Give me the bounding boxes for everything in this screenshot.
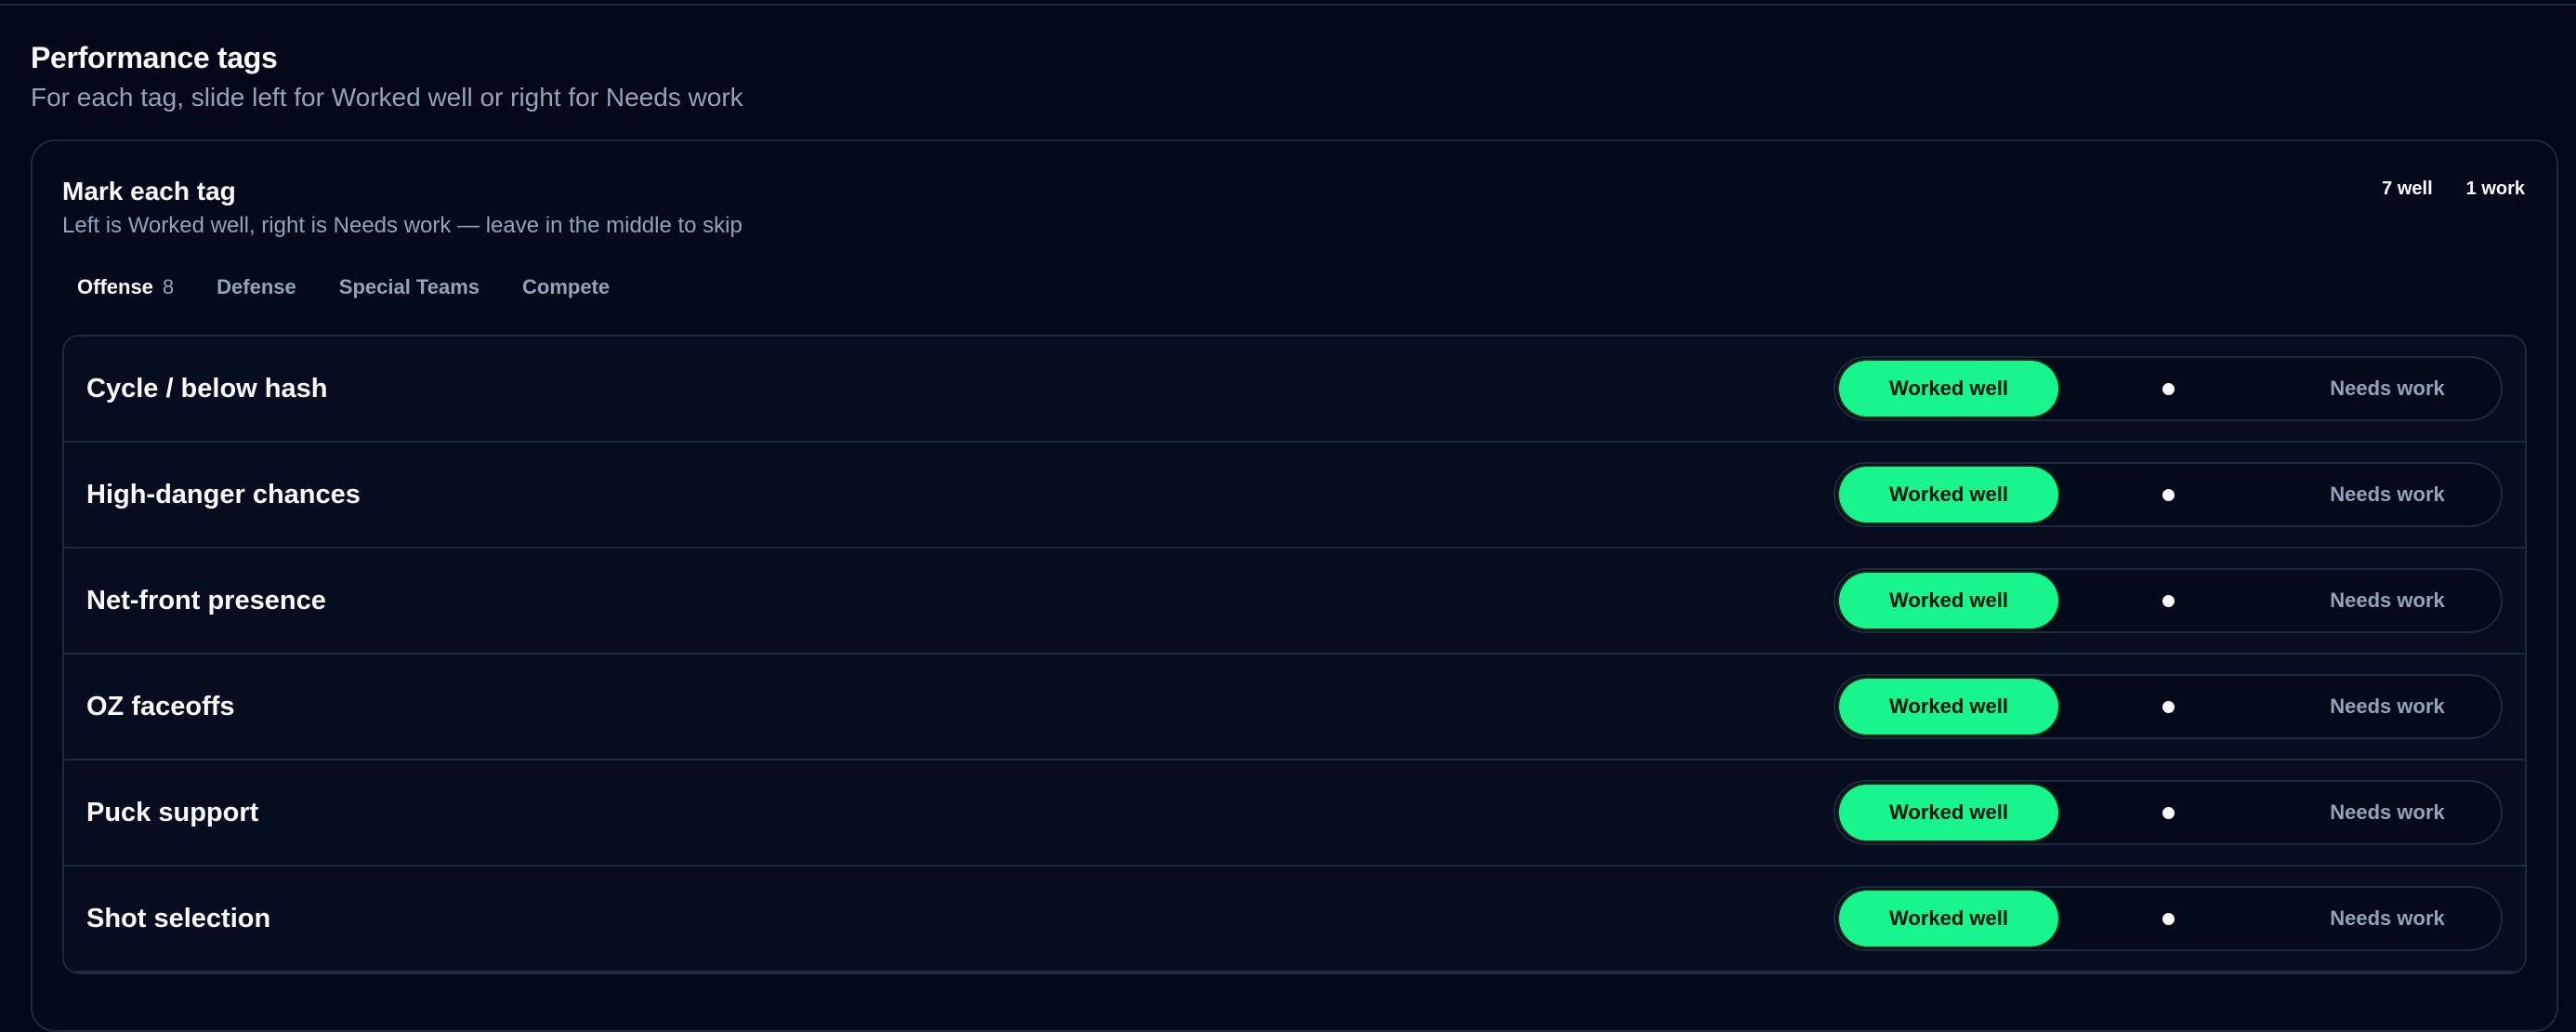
worked-well-option[interactable]: Worked well <box>1839 785 2058 840</box>
tag-label: Net-front presence <box>86 585 326 615</box>
worked-well-option[interactable]: Worked well <box>1839 679 2058 734</box>
tag-row: OZ faceoffs Worked well Needs work <box>64 655 2525 761</box>
tab-special-teams[interactable]: Special Teams <box>324 268 494 307</box>
tag-rating-slider[interactable]: Worked well Needs work <box>1833 780 2503 845</box>
tag-label: OZ faceoffs <box>86 691 235 721</box>
needs-work-option[interactable]: Needs work <box>2278 573 2497 628</box>
tag-label: Cycle / below hash <box>86 373 328 404</box>
needs-work-option[interactable]: Needs work <box>2278 467 2497 523</box>
skip-option[interactable] <box>2058 573 2278 628</box>
tag-label: Shot selection <box>86 903 271 933</box>
tab-compete[interactable]: Compete <box>507 268 624 307</box>
skip-option[interactable] <box>2058 891 2278 946</box>
skip-option[interactable] <box>2058 361 2278 417</box>
middle-dot-icon <box>2162 700 2175 713</box>
needs-work-option[interactable]: Needs work <box>2278 785 2497 840</box>
tag-rating-slider[interactable]: Worked well Needs work <box>1833 674 2503 739</box>
tab-label: Defense <box>217 275 296 298</box>
top-divider <box>0 4 2576 6</box>
tab-label: Offense <box>77 275 153 298</box>
middle-dot-icon <box>2162 488 2175 501</box>
worked-well-option[interactable]: Worked well <box>1839 467 2058 523</box>
card-title: Mark each tag <box>62 177 236 205</box>
middle-dot-icon <box>2162 806 2175 819</box>
middle-dot-icon <box>2162 382 2175 395</box>
needs-work-count: 1 work <box>2465 179 2525 199</box>
skip-option[interactable] <box>2058 785 2278 840</box>
tab-label: Compete <box>522 275 611 298</box>
tab-count: 8 <box>162 275 175 298</box>
tag-row: Puck support Worked well Needs work <box>64 761 2525 867</box>
card-description: Left is Worked well, right is Needs work… <box>62 213 743 238</box>
mark-tags-card: Mark each tag Left is Worked well, right… <box>31 139 2558 1032</box>
needs-work-option[interactable]: Needs work <box>2278 891 2497 946</box>
tab-label: Special Teams <box>338 275 480 298</box>
tag-rating-slider[interactable]: Worked well Needs work <box>1833 568 2503 633</box>
tag-rating-slider[interactable]: Worked well Needs work <box>1833 886 2503 951</box>
tag-label: High-danger chances <box>86 479 361 509</box>
page-title: Performance tags <box>31 41 278 74</box>
card-header: Mark each tag Left is Worked well, right… <box>62 175 2530 242</box>
tag-row: Cycle / below hash Worked well Needs wor… <box>64 337 2525 443</box>
category-tabs: Offense 8 Defense Special Teams Compete <box>62 268 624 307</box>
tag-counts: 7 well 1 work <box>2382 179 2525 200</box>
worked-well-option[interactable]: Worked well <box>1839 891 2058 946</box>
page-subtitle: For each tag, slide left for Worked well… <box>31 83 743 112</box>
tab-offense[interactable]: Offense 8 <box>62 268 189 307</box>
worked-well-option[interactable]: Worked well <box>1839 361 2058 417</box>
tag-label: Puck support <box>86 797 259 827</box>
tag-list: Cycle / below hash Worked well Needs wor… <box>62 335 2527 974</box>
worked-well-option[interactable]: Worked well <box>1839 573 2058 628</box>
skip-option[interactable] <box>2058 679 2278 734</box>
tag-rating-slider[interactable]: Worked well Needs work <box>1833 462 2503 527</box>
needs-work-option[interactable]: Needs work <box>2278 361 2497 417</box>
worked-well-count: 7 well <box>2382 179 2433 199</box>
skip-option[interactable] <box>2058 467 2278 523</box>
middle-dot-icon <box>2162 594 2175 607</box>
performance-tags-section: Performance tags For each tag, slide lef… <box>31 37 2558 1032</box>
needs-work-option[interactable]: Needs work <box>2278 679 2497 734</box>
tag-rating-slider[interactable]: Worked well Needs work <box>1833 356 2503 421</box>
tag-row: High-danger chances Worked well Needs wo… <box>64 443 2525 549</box>
middle-dot-icon <box>2162 912 2175 925</box>
tag-row: Shot selection Worked well Needs work <box>64 867 2525 972</box>
tab-defense[interactable]: Defense <box>202 268 311 307</box>
tag-row: Net-front presence Worked well Needs wor… <box>64 549 2525 655</box>
